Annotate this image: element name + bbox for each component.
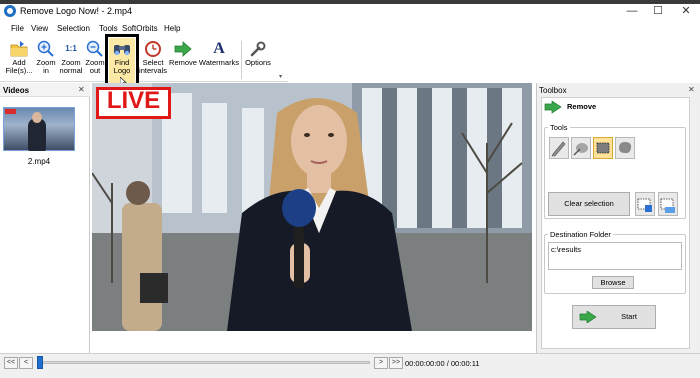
watermarks-button[interactable]: A Watermarks bbox=[198, 37, 240, 81]
zoom-out-icon bbox=[86, 40, 103, 57]
select-intervals-button[interactable]: Select intervals bbox=[139, 37, 167, 81]
menu-softorbits[interactable]: SoftOrbits bbox=[122, 24, 158, 33]
watermark-letter-icon: A bbox=[213, 40, 225, 57]
previous-frame-button[interactable]: < bbox=[19, 357, 33, 369]
first-frame-button[interactable]: << bbox=[4, 357, 18, 369]
find-logo-annotation-box bbox=[105, 34, 139, 89]
zoom-in-button[interactable]: Zoom in bbox=[34, 37, 58, 81]
live-watermark-text: LIVE bbox=[106, 87, 161, 114]
add-files-label: Add File(s)... bbox=[5, 58, 33, 75]
close-button[interactable]: ✕ bbox=[676, 3, 696, 19]
options-label: Options bbox=[245, 58, 271, 67]
window-title: Remove Logo Now! - 2.mp4 bbox=[20, 6, 133, 16]
destination-group-label: Destination Folder bbox=[548, 230, 613, 239]
menu-view[interactable]: View bbox=[31, 24, 48, 33]
magic-wand-tool-button[interactable] bbox=[571, 137, 591, 159]
add-files-button[interactable]: Add File(s)... bbox=[4, 37, 34, 81]
timeline-slider-thumb[interactable] bbox=[37, 356, 43, 369]
zoom-in-icon bbox=[37, 40, 54, 57]
rectangle-select-tool-button[interactable] bbox=[593, 137, 613, 159]
thumbnail-live-badge bbox=[5, 109, 16, 114]
remove-label: Remove bbox=[169, 58, 197, 67]
lasso-tool-button[interactable] bbox=[615, 137, 635, 159]
remove-button[interactable]: Remove bbox=[168, 37, 198, 81]
load-mask-icon bbox=[660, 198, 675, 213]
destination-folder-input[interactable]: c:\results bbox=[548, 242, 682, 270]
videos-panel-close-icon[interactable]: ✕ bbox=[78, 85, 85, 94]
zoom-out-label: Zoom out bbox=[85, 58, 105, 75]
toolbox-title: Toolbox bbox=[539, 86, 567, 95]
clear-selection-button[interactable]: Clear selection bbox=[548, 192, 630, 216]
magic-wand-icon bbox=[573, 143, 588, 156]
start-button-label: Start bbox=[621, 312, 637, 321]
next-frame-button[interactable]: > bbox=[374, 357, 388, 369]
time-readout: 00:00:00:00 / 00:00:11 bbox=[405, 359, 480, 368]
clock-icon bbox=[145, 41, 161, 57]
wrench-icon bbox=[250, 41, 266, 57]
toolbar-separator bbox=[241, 41, 242, 79]
thumbnail-face bbox=[32, 112, 42, 123]
toolbar-overflow-icon[interactable]: ▾ bbox=[279, 73, 282, 80]
browse-button[interactable]: Browse bbox=[592, 276, 634, 289]
green-arrow-icon bbox=[174, 41, 192, 57]
remove-section-title: Remove bbox=[567, 102, 597, 111]
pencil-icon bbox=[551, 141, 566, 157]
toolbox-close-icon[interactable]: ✕ bbox=[688, 85, 695, 94]
pencil-tool-button[interactable] bbox=[549, 137, 569, 159]
start-button[interactable]: Start bbox=[572, 305, 656, 329]
options-button[interactable]: Options bbox=[243, 37, 273, 81]
menu-help[interactable]: Help bbox=[164, 24, 180, 33]
maximize-button[interactable]: ☐ bbox=[648, 3, 668, 19]
timeline-track[interactable] bbox=[40, 361, 370, 364]
menu-tools[interactable]: Tools bbox=[99, 24, 118, 33]
minimize-button[interactable]: — bbox=[622, 3, 642, 19]
select-intervals-label: Select intervals bbox=[139, 58, 167, 75]
mask-save-button[interactable] bbox=[635, 192, 655, 216]
video-bottom-area bbox=[92, 331, 534, 353]
zoom-normal-icon: 1:1 bbox=[65, 44, 77, 53]
zoom-normal-label: Zoom normal bbox=[59, 58, 83, 75]
open-folder-icon bbox=[10, 41, 28, 57]
remove-section-arrow-icon bbox=[544, 100, 562, 114]
save-mask-icon bbox=[637, 198, 652, 212]
menu-selection[interactable]: Selection bbox=[57, 24, 90, 33]
rectangle-select-icon bbox=[596, 142, 610, 154]
zoom-in-label: Zoom in bbox=[36, 58, 56, 75]
lasso-icon bbox=[619, 142, 632, 154]
mask-load-button[interactable] bbox=[658, 192, 678, 216]
zoom-normal-button[interactable]: 1:1 Zoom normal bbox=[58, 37, 84, 81]
tools-group-label: Tools bbox=[548, 123, 570, 132]
watermarks-label: Watermarks bbox=[198, 58, 240, 67]
title-bar-top-edge bbox=[0, 0, 700, 4]
zoom-out-button[interactable]: Zoom out bbox=[84, 37, 106, 81]
start-arrow-icon bbox=[579, 311, 597, 323]
videos-panel-title: Videos bbox=[3, 86, 30, 95]
app-icon bbox=[4, 5, 16, 17]
menu-file[interactable]: File bbox=[11, 24, 24, 33]
video-preview[interactable] bbox=[92, 83, 532, 331]
player-bar bbox=[0, 353, 700, 378]
last-frame-button[interactable]: >> bbox=[389, 357, 403, 369]
video-file-name: 2.mp4 bbox=[27, 157, 51, 166]
video-frame-image bbox=[92, 83, 532, 331]
